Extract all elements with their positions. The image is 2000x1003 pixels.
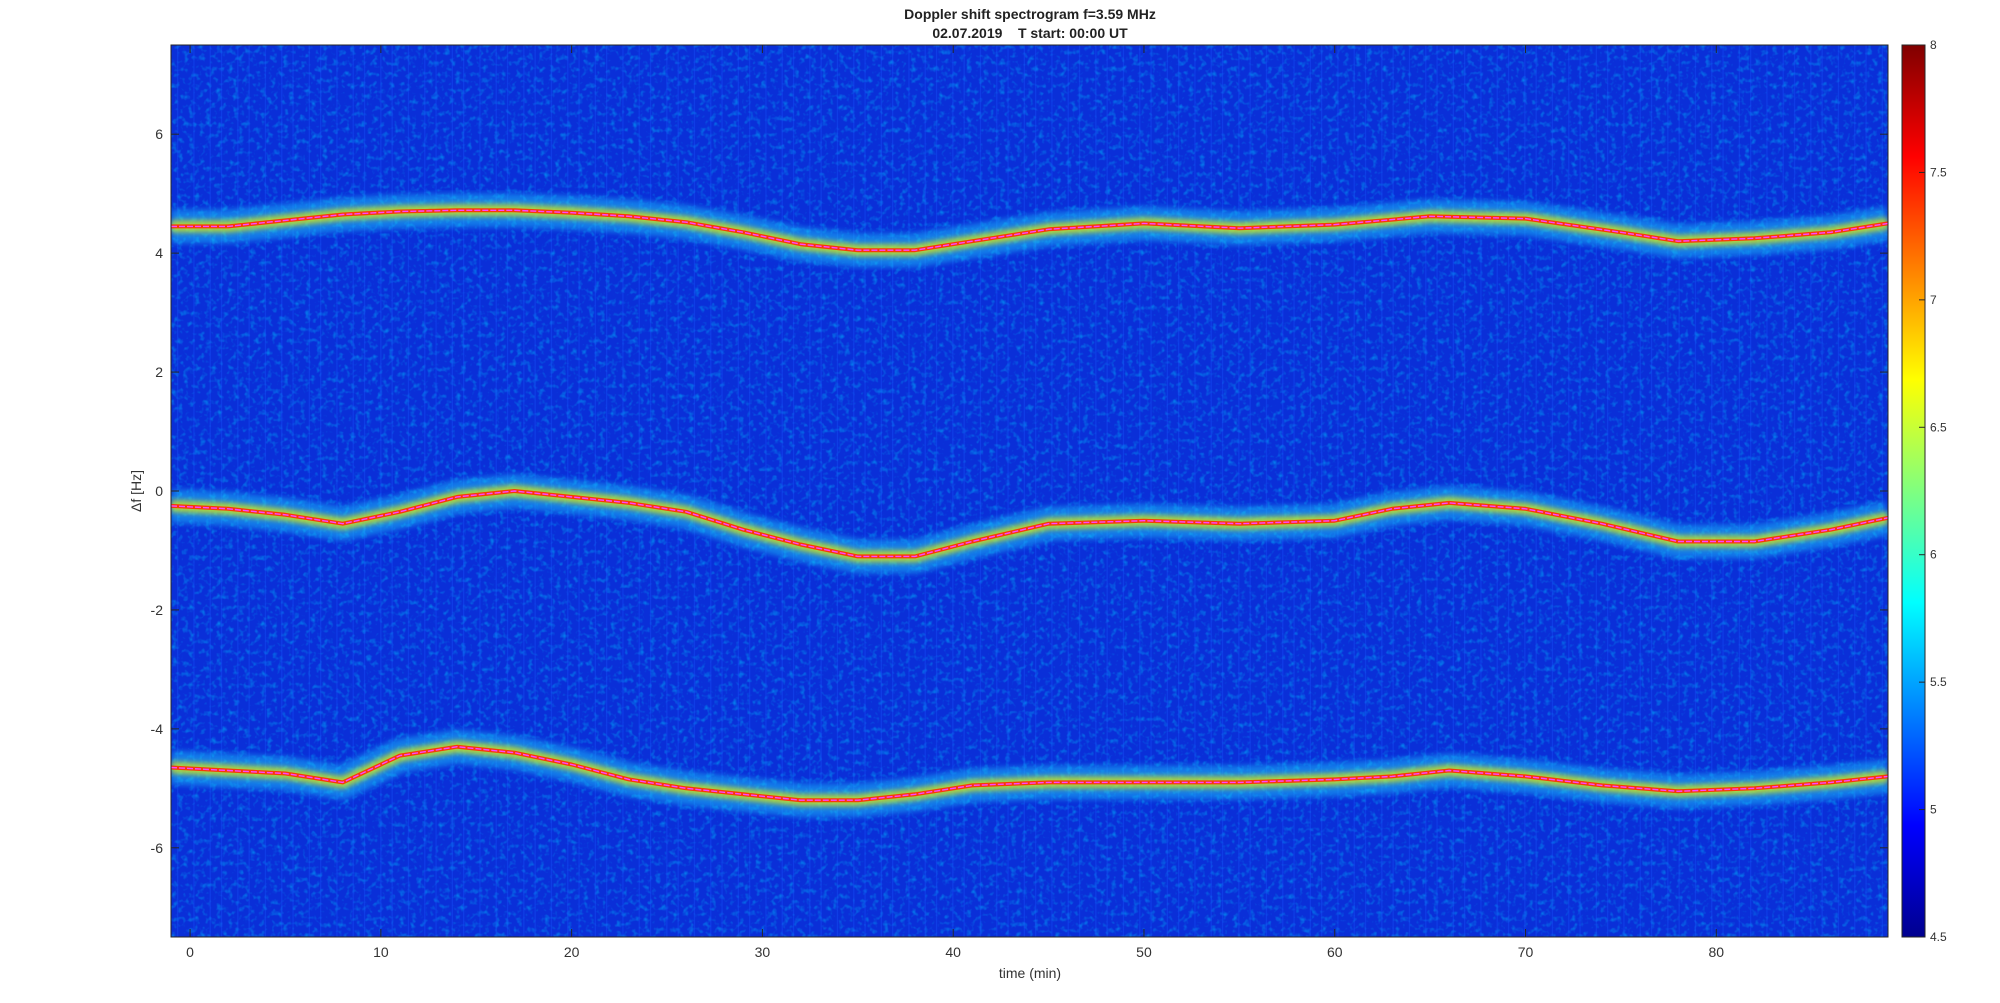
colorbar-tick-label: 6.5 xyxy=(1930,420,1947,434)
colorbar-tick-label: 6 xyxy=(1930,548,1937,562)
x-tick-label: 20 xyxy=(564,944,580,960)
stripe-artifact xyxy=(1106,45,1108,937)
stripe-artifact xyxy=(1210,45,1212,937)
stripe-artifact xyxy=(1392,45,1394,937)
stripe-artifact xyxy=(1579,45,1581,937)
stripe-artifact xyxy=(1381,45,1383,937)
stripe-artifact xyxy=(407,45,410,937)
stripe-artifact xyxy=(1194,45,1196,937)
stripe-artifact xyxy=(1221,45,1224,937)
y-tick-label: -6 xyxy=(151,840,164,856)
y-tick-label: 0 xyxy=(155,483,163,499)
stripe-artifact xyxy=(1249,45,1251,937)
stripe-artifact xyxy=(1337,45,1339,937)
chart-title: Doppler shift spectrogram f=3.59 MHz xyxy=(904,6,1156,22)
stripe-artifact xyxy=(1023,45,1025,937)
stripe-artifact xyxy=(1568,45,1570,937)
colorbar-tick-label: 5 xyxy=(1930,803,1937,817)
stripe-artifact xyxy=(1782,45,1784,937)
stripe-artifact xyxy=(248,45,250,937)
chart-subtitle: 02.07.2019 T start: 00:00 UT xyxy=(932,25,1128,41)
stripe-artifact xyxy=(1551,45,1554,937)
stripe-artifact xyxy=(996,45,998,937)
x-tick-label: 60 xyxy=(1327,944,1343,960)
stripe-artifact xyxy=(1837,45,1840,937)
stripe-artifact xyxy=(292,45,294,937)
stripe-artifact xyxy=(220,45,223,937)
x-tick-label: 70 xyxy=(1518,944,1534,960)
stripe-artifact xyxy=(237,45,239,937)
plot-area xyxy=(171,45,1888,937)
stripe-artifact xyxy=(1122,45,1125,937)
x-tick-label: 0 xyxy=(186,944,194,960)
stripe-artifact xyxy=(1293,45,1295,937)
stripe-artifact xyxy=(1595,45,1597,937)
stripe-artifact xyxy=(1793,45,1796,937)
stripe-artifact xyxy=(1524,45,1526,937)
stripe-artifact xyxy=(264,45,267,937)
stripe-artifact xyxy=(1321,45,1323,937)
x-tick-label: 10 xyxy=(373,944,389,960)
stripe-artifact xyxy=(1078,45,1081,937)
stripe-artifact xyxy=(1035,45,1037,937)
stripe-artifact xyxy=(336,45,338,937)
stripe-artifact xyxy=(1265,45,1268,937)
stripe-artifact xyxy=(666,45,668,937)
colorbar-tick-label: 7 xyxy=(1930,293,1937,307)
stripe-artifact xyxy=(1139,45,1141,937)
colorbar-tick-label: 7.5 xyxy=(1930,165,1947,179)
y-axis-label: Δf [Hz] xyxy=(128,470,144,512)
spectrogram-figure: Doppler shift spectrogram f=3.59 MHz 02.… xyxy=(128,6,1947,981)
x-tick-label: 80 xyxy=(1709,944,1725,960)
stripe-artifact xyxy=(1282,45,1284,937)
stripe-artifact xyxy=(1854,45,1856,937)
x-axis-label: time (min) xyxy=(999,965,1061,981)
stripe-artifact xyxy=(363,45,366,937)
stripe-artifact xyxy=(1178,45,1180,937)
stripe-artifact xyxy=(1150,45,1152,937)
stripe-artifact xyxy=(979,45,982,937)
stripe-artifact xyxy=(352,45,354,937)
stripe-artifact xyxy=(1166,45,1168,937)
stripe-artifact xyxy=(380,45,382,937)
stripe-artifact xyxy=(1364,45,1367,937)
stripe-artifact xyxy=(391,45,393,937)
stripe-artifact xyxy=(1607,45,1609,937)
colorbar: 4.5 5 5.5 6 6.5 7 7.5 8 xyxy=(1901,38,1947,944)
stripe-artifact xyxy=(1309,45,1311,937)
y-tick-label: 6 xyxy=(155,126,163,142)
stripe-artifact xyxy=(281,45,283,937)
y-tick-label: -4 xyxy=(151,721,164,737)
y-tick-label: 4 xyxy=(155,245,163,261)
stripe-artifact xyxy=(1051,45,1053,937)
stripe-artifact xyxy=(320,45,322,937)
stripe-artifact xyxy=(1353,45,1355,937)
colorbar-tick-label: 5.5 xyxy=(1930,675,1947,689)
stripe-artifact xyxy=(1067,45,1069,937)
y-tick-label: 2 xyxy=(155,364,163,380)
colorbar-tick-label: 8 xyxy=(1930,38,1937,52)
stripe-artifact xyxy=(1007,45,1009,937)
stripe-artifact xyxy=(1810,45,1812,937)
x-tick-label: 40 xyxy=(945,944,961,960)
stripe-artifact xyxy=(1865,45,1867,937)
stripe-artifact xyxy=(1238,45,1240,937)
colorbar-gradient xyxy=(1901,44,1926,938)
stripe-artifact xyxy=(308,45,310,937)
y-tick-label: -2 xyxy=(151,602,164,618)
stripe-artifact xyxy=(1821,45,1823,937)
stripe-artifact xyxy=(1535,45,1537,937)
x-tick-label: 30 xyxy=(755,944,771,960)
stripe-artifact xyxy=(1095,45,1097,937)
x-tick-label: 50 xyxy=(1136,944,1152,960)
colorbar-tick-label: 4.5 xyxy=(1930,930,1947,944)
